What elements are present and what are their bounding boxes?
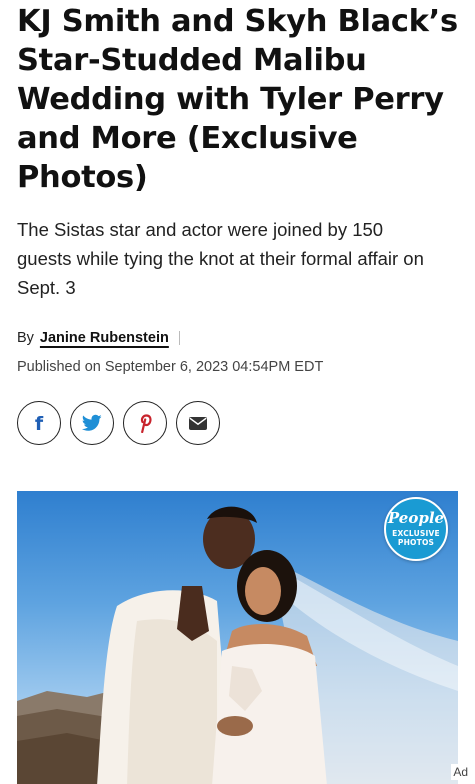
badge-line-2: PHOTOS <box>397 538 435 547</box>
facebook-share-button[interactable]: f <box>17 401 61 445</box>
twitter-share-button[interactable] <box>70 401 114 445</box>
byline-divider <box>178 331 180 345</box>
people-logo: People <box>387 509 445 527</box>
hero-image[interactable]: People EXCLUSIVE PHOTOS <box>17 491 458 784</box>
headline: KJ Smith and Skyh Black’s Star-Studded M… <box>17 4 458 195</box>
pinterest-share-button[interactable] <box>123 401 167 445</box>
share-buttons: f <box>17 401 458 445</box>
pinterest-icon <box>140 414 152 433</box>
article-header: KJ Smith and Skyh Black’s Star-Studded M… <box>0 2 475 445</box>
byline-prefix: By <box>17 330 34 346</box>
svg-text:f: f <box>35 413 44 433</box>
people-exclusive-badge: People EXCLUSIVE PHOTOS <box>384 497 448 561</box>
twitter-icon <box>82 414 102 431</box>
badge-line-1: EXCLUSIVE <box>392 529 440 538</box>
facebook-icon: f <box>35 413 44 433</box>
email-icon <box>189 416 207 430</box>
author-link[interactable]: Janine Rubenstein <box>40 330 169 346</box>
byline: By Janine Rubenstein <box>17 330 458 346</box>
ad-label[interactable]: Ad <box>451 764 470 780</box>
email-share-button[interactable] <box>176 401 220 445</box>
article-subtitle: The Sistas star and actor were joined by… <box>17 219 424 298</box>
publish-date: Published on September 6, 2023 04:54PM E… <box>17 359 324 375</box>
